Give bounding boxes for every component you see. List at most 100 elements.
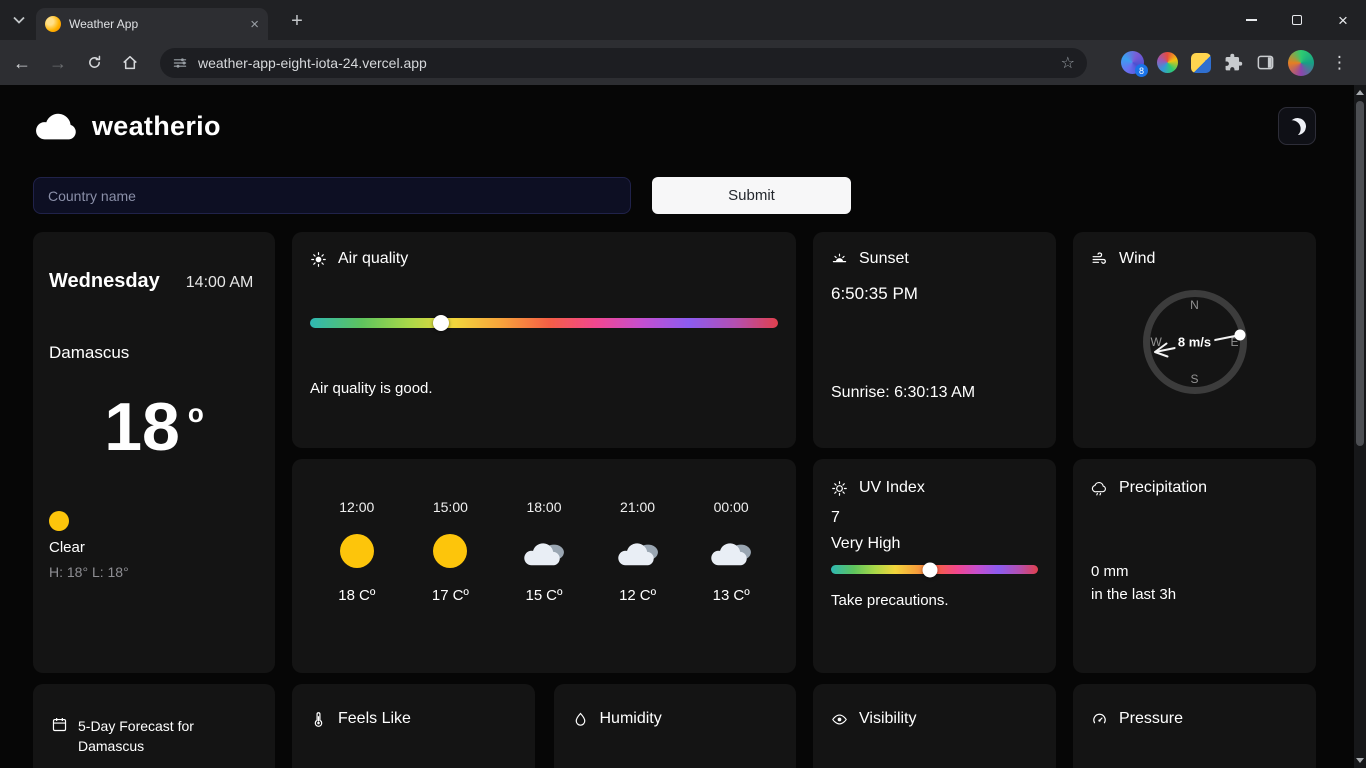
eye-icon bbox=[831, 711, 848, 728]
high-low-label: H: 18° L: 18° bbox=[49, 564, 259, 580]
theme-toggle-button[interactable] bbox=[1278, 107, 1316, 145]
submit-button[interactable]: Submit bbox=[652, 177, 851, 214]
precipitation-period: in the last 3h bbox=[1091, 586, 1298, 603]
cloud-logo-icon bbox=[33, 111, 80, 141]
air-quality-slider-thumb[interactable] bbox=[433, 315, 449, 331]
wind-compass: N E S W 8 m/s bbox=[1143, 290, 1247, 394]
cloud-icon bbox=[521, 536, 567, 567]
reload-button[interactable] bbox=[80, 49, 108, 77]
hourly-time: 18:00 bbox=[526, 499, 561, 515]
visibility-title: Visibility bbox=[859, 710, 917, 728]
reload-icon bbox=[86, 54, 103, 71]
air-quality-message: Air quality is good. bbox=[310, 380, 778, 397]
city-label: Damascus bbox=[49, 343, 259, 363]
hourly-time: 21:00 bbox=[620, 499, 655, 515]
home-icon bbox=[121, 54, 139, 72]
gauge-icon bbox=[1091, 711, 1108, 728]
hourly-item: 18:00 15Cº bbox=[497, 499, 591, 673]
air-quality-slider[interactable] bbox=[310, 318, 778, 328]
close-window-button[interactable]: × bbox=[1320, 0, 1366, 40]
hourly-temp: 12Cº bbox=[619, 587, 656, 604]
hourly-item: 00:00 13Cº bbox=[684, 499, 778, 673]
browser-menu-button[interactable]: ⋮ bbox=[1327, 53, 1352, 73]
country-input[interactable] bbox=[33, 177, 631, 214]
uv-slider-thumb[interactable] bbox=[923, 562, 938, 577]
cards-grid: Wednesday 14:00 AM Damascus 18o Clear H:… bbox=[33, 232, 1316, 768]
wind-icon bbox=[1091, 251, 1108, 268]
page-scrollbar[interactable] bbox=[1354, 85, 1366, 768]
wind-card: Wind N E S W 8 m/s bbox=[1073, 232, 1316, 448]
hourly-forecast-card: 12:00 18Cº 15:00 17Cº 18:00 15Cº bbox=[292, 459, 796, 673]
extensions-puzzle-icon[interactable] bbox=[1224, 53, 1243, 72]
new-tab-button[interactable]: + bbox=[284, 8, 310, 34]
browser-tab[interactable]: Weather App × bbox=[36, 8, 268, 40]
temperature-value: 18o bbox=[49, 393, 259, 461]
moon-icon bbox=[1287, 116, 1306, 135]
chevron-down-icon bbox=[13, 16, 25, 24]
visibility-card: Visibility bbox=[813, 684, 1056, 768]
sunset-icon bbox=[831, 251, 848, 268]
uv-index-title: UV Index bbox=[859, 479, 925, 497]
profile-avatar[interactable] bbox=[1288, 50, 1314, 76]
bookmark-star-icon[interactable]: ☆ bbox=[1061, 53, 1075, 73]
sunset-card: Sunset 6:50:35 PM Sunrise: 6:30:13 AM bbox=[813, 232, 1056, 448]
extension-icon-workspace[interactable] bbox=[1191, 53, 1211, 73]
site-settings-icon[interactable] bbox=[172, 55, 188, 71]
hourly-time: 12:00 bbox=[339, 499, 374, 515]
tab-close-button[interactable]: × bbox=[250, 17, 259, 32]
page-content: weatherio Submit Wednesday 14:00 AM Dama bbox=[33, 85, 1316, 768]
forward-button[interactable]: → bbox=[44, 49, 72, 77]
extension-icon-colorwheel[interactable] bbox=[1157, 52, 1178, 73]
side-panel-icon[interactable] bbox=[1256, 53, 1275, 72]
app-logo: weatherio bbox=[33, 111, 221, 142]
pressure-card: Pressure bbox=[1073, 684, 1316, 768]
forward-icon: → bbox=[49, 54, 67, 72]
uv-value: 7 bbox=[831, 509, 1038, 527]
back-icon: ← bbox=[13, 54, 31, 72]
hourly-time: 00:00 bbox=[714, 499, 749, 515]
tab-search-button[interactable] bbox=[10, 12, 28, 28]
logo-text: weatherio bbox=[92, 111, 221, 142]
sun-icon bbox=[433, 534, 467, 568]
browser-toolbar: ← → weather-app-eight-iota-24.vercel.app… bbox=[0, 40, 1366, 85]
forecast-title: 5-Day Forecast for Damascus bbox=[78, 716, 194, 756]
condition-sun-icon bbox=[49, 511, 69, 531]
home-button[interactable] bbox=[116, 49, 144, 77]
precipitation-card: Precipitation 0 mm in the last 3h bbox=[1073, 459, 1316, 673]
app-header: weatherio bbox=[33, 107, 1316, 145]
hourly-temp: 15Cº bbox=[525, 587, 562, 604]
current-weather-card: Wednesday 14:00 AM Damascus 18o Clear H:… bbox=[33, 232, 275, 673]
extension-icon-password[interactable]: 8 bbox=[1121, 51, 1144, 74]
thermometer-icon bbox=[310, 711, 327, 728]
url-text[interactable]: weather-app-eight-iota-24.vercel.app bbox=[198, 55, 1051, 71]
feels-like-card: Feels Like bbox=[292, 684, 535, 768]
air-quality-card: Air quality Air quality is good. bbox=[292, 232, 796, 448]
extension-badge: 8 bbox=[1135, 64, 1148, 77]
droplet-icon bbox=[572, 711, 589, 728]
time-label: 14:00 AM bbox=[186, 274, 254, 292]
uv-advice: Take precautions. bbox=[831, 592, 1038, 609]
search-row: Submit bbox=[33, 177, 1316, 214]
uv-slider[interactable] bbox=[831, 565, 1038, 574]
hourly-item: 12:00 18Cº bbox=[310, 499, 404, 673]
uv-level: Very High bbox=[831, 535, 1038, 553]
precipitation-amount: 0 mm bbox=[1091, 563, 1298, 580]
titlebar: Weather App × + × bbox=[0, 0, 1366, 40]
minimize-button[interactable] bbox=[1228, 0, 1274, 40]
air-quality-icon bbox=[310, 251, 327, 268]
tab-favicon-icon bbox=[45, 16, 61, 32]
cloud-icon bbox=[615, 536, 661, 567]
toolbar-right-cluster: 8 ⋮ bbox=[1121, 50, 1358, 76]
address-bar[interactable]: weather-app-eight-iota-24.vercel.app ☆ bbox=[160, 48, 1087, 78]
wind-title: Wind bbox=[1119, 250, 1155, 268]
humidity-card: Humidity bbox=[554, 684, 797, 768]
back-button[interactable]: ← bbox=[8, 49, 36, 77]
scroll-down-arrow[interactable] bbox=[1356, 758, 1364, 763]
tab-title: Weather App bbox=[69, 17, 242, 31]
maximize-button[interactable] bbox=[1274, 0, 1320, 40]
window-controls: × bbox=[1228, 0, 1366, 40]
hourly-temp: 17Cº bbox=[432, 587, 469, 604]
scroll-up-arrow[interactable] bbox=[1356, 90, 1364, 95]
scrollbar-thumb[interactable] bbox=[1356, 101, 1364, 446]
close-icon: × bbox=[1338, 12, 1348, 29]
